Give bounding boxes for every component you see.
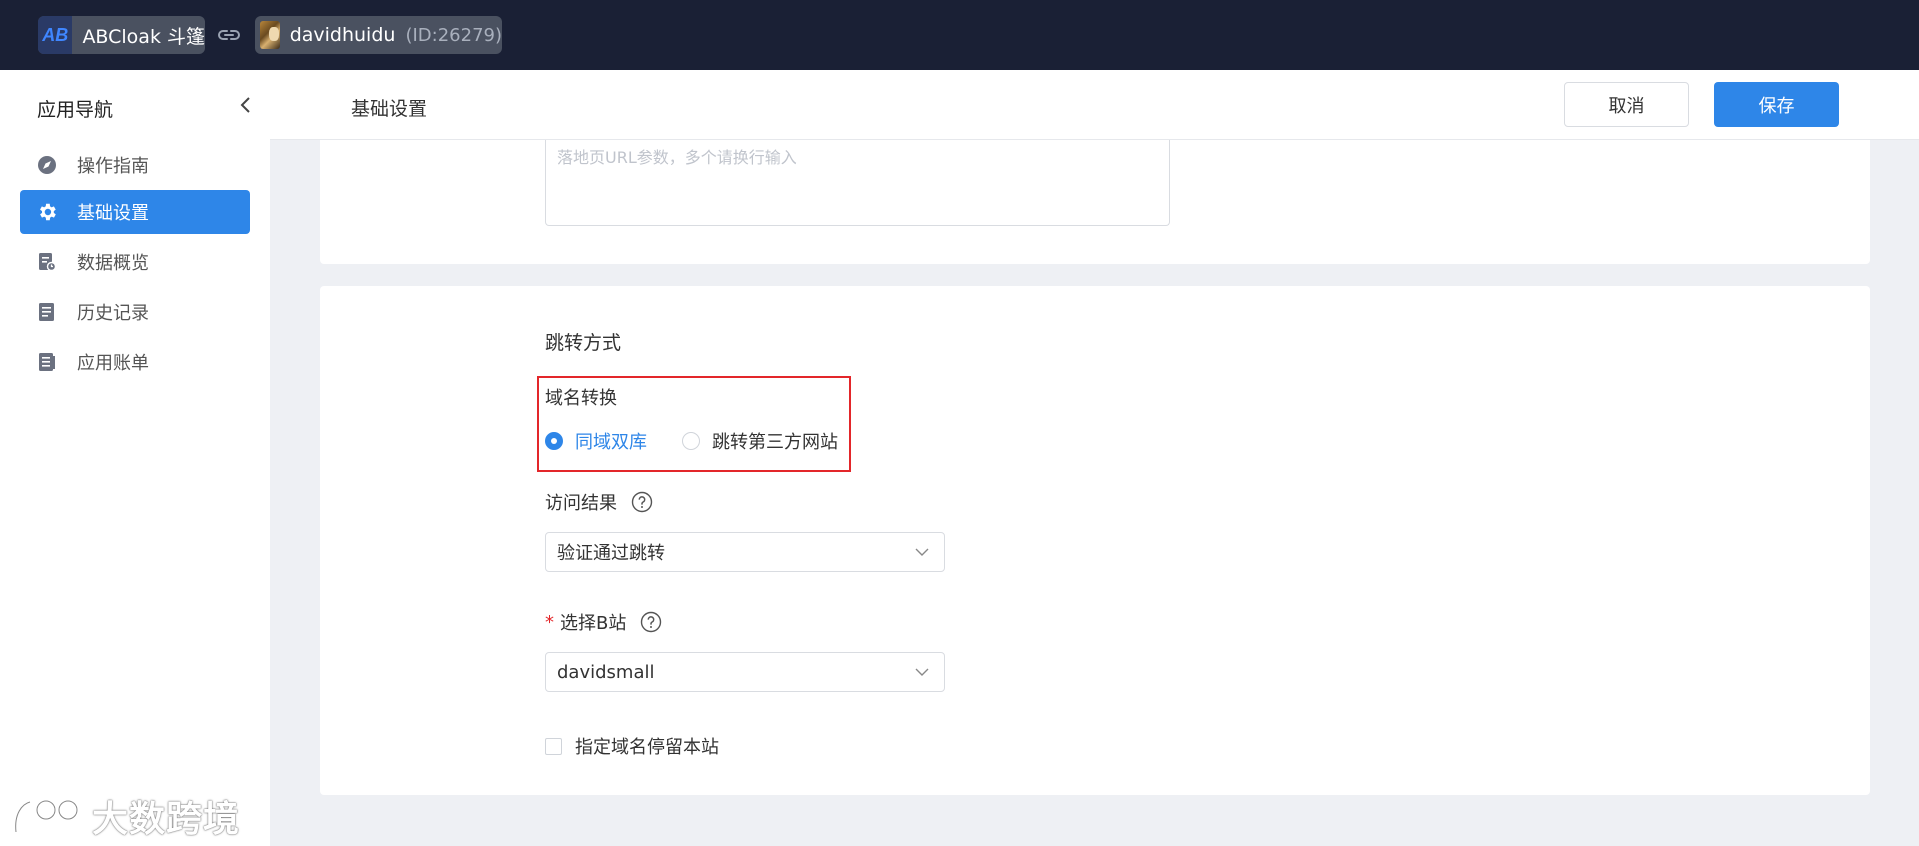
sidebar-item-label: 数据概览 — [77, 253, 149, 274]
watermark: 大数跨境 — [12, 790, 240, 842]
top-bar: AB ABCloak 斗篷 davidhuidu (ID:26279) — [0, 0, 1919, 70]
site-label: 选择B站 — [560, 613, 627, 634]
select-value: davidsmall — [557, 661, 655, 683]
radio-same-domain[interactable]: 同域双库 — [545, 428, 647, 454]
section-title: 跳转方式 — [545, 332, 622, 354]
user-id: (ID:26279) — [405, 24, 502, 46]
sidebar-item-label: 历史记录 — [77, 303, 149, 324]
gear-icon — [36, 201, 58, 223]
access-result-select[interactable]: 验证通过跳转 — [545, 532, 945, 572]
link-icon — [218, 30, 240, 40]
report-icon — [36, 251, 58, 273]
url-params-input[interactable] — [545, 140, 1170, 226]
select-value: 验证通过跳转 — [557, 543, 665, 564]
account-switcher[interactable]: davidhuidu (ID:26279) — [255, 16, 502, 54]
sidebar-item-label: 操作指南 — [77, 156, 149, 177]
watermark-logo-icon — [13, 800, 78, 834]
document-icon — [36, 301, 58, 323]
params-card — [320, 140, 1870, 264]
compass-icon — [36, 154, 58, 176]
chevron-left-icon[interactable] — [238, 94, 254, 116]
help-icon[interactable] — [631, 491, 653, 513]
sidebar-item-label: 基础设置 — [77, 203, 149, 224]
domain-conversion-label: 域名转换 — [545, 388, 617, 409]
checkbox[interactable] — [545, 737, 562, 755]
avatar — [260, 21, 280, 49]
radio-button[interactable] — [682, 432, 700, 450]
bill-icon — [36, 351, 58, 373]
help-icon[interactable] — [640, 611, 662, 633]
sidebar-item-billing[interactable]: 应用账单 — [20, 340, 250, 384]
user-name: davidhuidu — [289, 24, 396, 46]
page-title: 基础设置 — [351, 98, 428, 120]
app-switcher[interactable]: AB ABCloak 斗篷 — [38, 16, 205, 54]
radio-label: 同域双库 — [575, 432, 647, 453]
access-result-field: 访问结果 — [545, 489, 653, 515]
access-result-label: 访问结果 — [545, 493, 617, 514]
sidebar-item-overview[interactable]: 数据概览 — [20, 240, 250, 284]
sidebar-item-label: 应用账单 — [77, 353, 149, 374]
abcloak-logo: AB — [38, 16, 73, 54]
radio-label: 跳转第三方网站 — [712, 432, 838, 453]
required-mark: * — [545, 611, 554, 633]
stay-on-site-option[interactable]: 指定域名停留本站 — [545, 733, 719, 759]
sidebar: 应用导航 操作指南 基础设置 数据概览 历史记录 应用账单 — [0, 70, 270, 846]
page-header: 基础设置 取消 保存 — [270, 70, 1919, 140]
sidebar-title: 应用导航 — [37, 99, 114, 121]
watermark-text: 大数跨境 — [92, 799, 241, 840]
chevron-down-icon — [915, 668, 929, 676]
sidebar-item-guide[interactable]: 操作指南 — [20, 143, 250, 187]
sidebar-item-settings[interactable]: 基础设置 — [20, 190, 250, 234]
site-field: * 选择B站 — [545, 609, 662, 635]
sidebar-item-history[interactable]: 历史记录 — [20, 290, 250, 334]
radio-button-checked[interactable] — [545, 432, 563, 450]
checkbox-label: 指定域名停留本站 — [575, 737, 719, 758]
radio-third-party[interactable]: 跳转第三方网站 — [682, 428, 838, 454]
cancel-button[interactable]: 取消 — [1564, 82, 1689, 127]
site-select[interactable]: davidsmall — [545, 652, 945, 692]
save-button[interactable]: 保存 — [1714, 82, 1839, 127]
redirect-card: 跳转方式 域名转换 同域双库 跳转第三方网站 访问结果 验证通过跳转 * 选择B… — [320, 286, 1870, 795]
chevron-down-icon — [915, 548, 929, 556]
app-name: ABCloak 斗篷 — [82, 25, 205, 48]
